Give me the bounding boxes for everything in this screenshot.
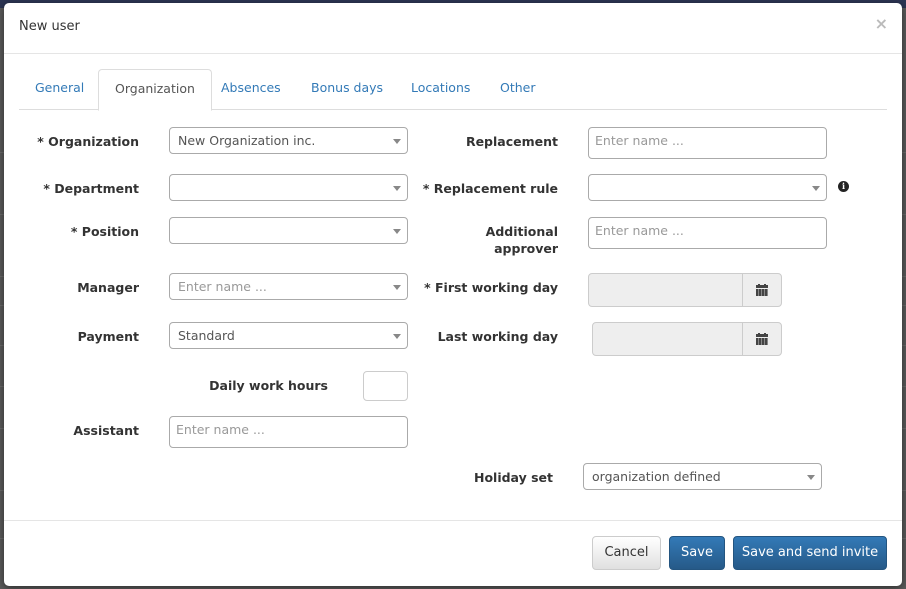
- holiday-set-label: Holiday set: [473, 470, 553, 485]
- tab-other[interactable]: Other: [484, 69, 552, 110]
- tab-organization[interactable]: Organization: [98, 69, 212, 111]
- tab-locations[interactable]: Locations: [395, 69, 486, 110]
- tab-absences[interactable]: Absences: [205, 69, 297, 110]
- organization-value: New Organization inc.: [178, 133, 316, 148]
- first-working-day-label: * First working day: [424, 280, 558, 295]
- daily-work-hours-input[interactable]: [363, 371, 408, 401]
- calendar-icon: [756, 333, 768, 345]
- chevron-down-icon: [393, 229, 401, 234]
- replacement-input[interactable]: Enter name ...: [588, 127, 827, 159]
- position-label: * Position: [70, 224, 139, 239]
- chevron-down-icon: [393, 334, 401, 339]
- additional-approver-input[interactable]: Enter name ...: [588, 217, 827, 249]
- modal-footer-divider: [4, 520, 902, 521]
- payment-select[interactable]: Standard: [169, 322, 408, 349]
- daily-work-hours-label: Daily work hours: [209, 378, 328, 393]
- replacement-rule-label: * Replacement rule: [422, 181, 558, 196]
- payment-value: Standard: [178, 328, 235, 343]
- assistant-input[interactable]: Enter name ...: [169, 416, 408, 448]
- first-working-day-calendar-button[interactable]: [742, 274, 781, 306]
- last-working-day-datepicker[interactable]: [592, 322, 782, 356]
- holiday-set-value: organization defined: [592, 469, 721, 484]
- cancel-button[interactable]: Cancel: [592, 536, 661, 570]
- manager-placeholder: Enter name ...: [178, 279, 267, 294]
- holiday-set-select[interactable]: organization defined: [583, 463, 822, 490]
- chevron-down-icon: [393, 139, 401, 144]
- chevron-down-icon: [393, 186, 401, 191]
- first-working-day-datepicker[interactable]: [588, 273, 782, 307]
- chevron-down-icon: [812, 186, 820, 191]
- tab-general[interactable]: General: [19, 69, 100, 110]
- additional-approver-label: Additional approver: [486, 223, 558, 257]
- department-select[interactable]: [169, 174, 408, 201]
- additional-approver-label-line2: approver: [494, 241, 558, 256]
- manager-select[interactable]: Enter name ...: [169, 273, 408, 300]
- save-and-send-invite-button[interactable]: Save and send invite: [733, 536, 887, 570]
- assistant-label: Assistant: [73, 423, 139, 438]
- replacement-rule-select[interactable]: [588, 174, 827, 201]
- additional-approver-placeholder: Enter name ...: [595, 223, 684, 238]
- modal-title: New user: [19, 19, 80, 34]
- tab-bonus-days[interactable]: Bonus days: [295, 69, 399, 110]
- assistant-placeholder: Enter name ...: [176, 422, 265, 437]
- payment-label: Payment: [77, 329, 139, 344]
- replacement-placeholder: Enter name ...: [595, 133, 684, 148]
- manager-label: Manager: [77, 280, 139, 295]
- info-icon[interactable]: i: [838, 181, 849, 192]
- organization-select[interactable]: New Organization inc.: [169, 127, 408, 154]
- additional-approver-label-line1: Additional: [485, 224, 558, 239]
- tab-bar: General Organization Absences Bonus days…: [19, 69, 887, 111]
- chevron-down-icon: [807, 475, 815, 480]
- replacement-label: Replacement: [465, 134, 558, 149]
- close-icon[interactable]: ×: [875, 16, 888, 32]
- position-select[interactable]: [169, 217, 408, 244]
- calendar-icon: [756, 284, 768, 296]
- modal-header: New user ×: [4, 3, 902, 54]
- department-label: * Department: [43, 181, 139, 196]
- new-user-modal: New user × General Organization Absences…: [4, 3, 902, 586]
- organization-label: * Organization: [37, 134, 139, 149]
- chevron-down-icon: [393, 285, 401, 290]
- last-working-day-label: Last working day: [437, 329, 558, 344]
- last-working-day-calendar-button[interactable]: [742, 323, 781, 355]
- save-button[interactable]: Save: [669, 536, 725, 570]
